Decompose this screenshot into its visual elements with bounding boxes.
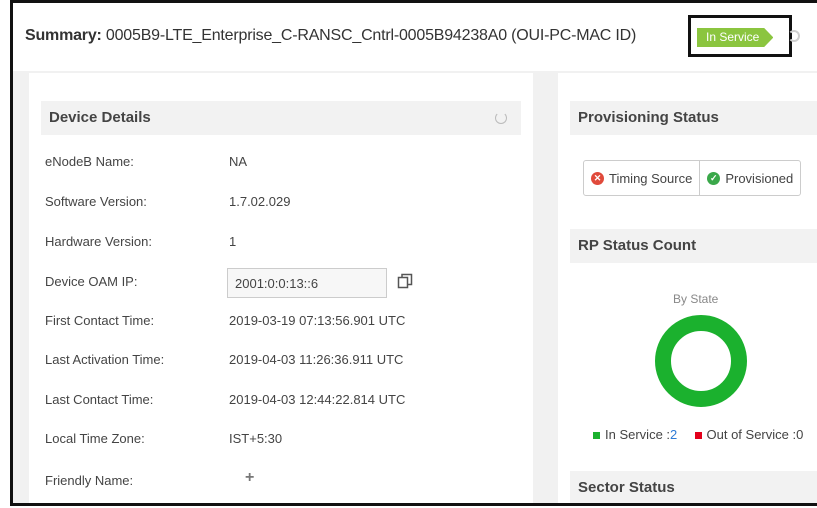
last-contact-value: 2019-04-03 12:44:22.814 UTC (229, 392, 406, 407)
refresh-details-icon[interactable] (495, 112, 507, 124)
first-contact-value: 2019-03-19 07:13:56.901 UTC (229, 313, 406, 328)
timing-source-status[interactable]: ✕ Timing Source (584, 161, 699, 195)
provisioning-status-header: Provisioning Status (570, 101, 817, 135)
first-contact-label: First Contact Time: (45, 313, 155, 328)
legend-in-service-count[interactable]: 2 (670, 427, 677, 442)
refresh-icon[interactable] (788, 30, 800, 42)
summary-header: Summary: 0005B9-LTE_Enterprise_C-RANSC_C… (13, 3, 817, 71)
hardware-version-value: 1 (229, 234, 237, 249)
local-time-zone-label: Local Time Zone: (45, 431, 145, 446)
legend-in-service-swatch (593, 432, 600, 440)
status-badge-highlight: In Service (688, 15, 792, 57)
rp-status-count-header: RP Status Count (570, 229, 817, 263)
friendly-name-label: Friendly Name: (45, 473, 134, 488)
timing-source-label: Timing Source (609, 170, 693, 186)
legend-out-of-service-swatch (694, 432, 702, 440)
rp-status-donut-chart (655, 315, 747, 407)
device-oam-ip-label: Device OAM IP: (45, 274, 138, 289)
summary-panel: Summary: 0005B9-LTE_Enterprise_C-RANSC_C… (10, 0, 817, 506)
summary-label: Summary: (25, 27, 102, 44)
device-details-title: Device Details (49, 109, 151, 126)
donut-slice-in-service[interactable] (655, 315, 747, 407)
provisioning-status-title: Provisioning Status (578, 109, 719, 126)
rp-status-count-title: RP Status Count (578, 237, 697, 254)
device-oam-ip-field[interactable]: 2001:0:0:13::6 (227, 268, 387, 298)
error-x-icon: ✕ (591, 171, 604, 185)
enodeb-name-value: NA (229, 154, 248, 169)
add-friendly-name-button[interactable]: + (245, 470, 254, 486)
software-version-label: Software Version: (45, 194, 147, 209)
check-icon: ✓ (707, 171, 721, 185)
summary-title: Summary: 0005B9-LTE_Enterprise_C-RANSC_C… (25, 27, 636, 45)
status-badge: In Service (697, 28, 774, 47)
legend-out-of-service-count[interactable]: 0 (796, 427, 803, 442)
last-activation-label: Last Activation Time: (45, 352, 165, 367)
enodeb-name-label: eNodeB Name: (45, 154, 134, 169)
chart-subtitle: By State (673, 292, 719, 306)
local-time-zone-value: IST+5:30 (229, 431, 283, 446)
last-contact-label: Last Contact Time: (45, 392, 154, 407)
provisioning-status-group: ✕ Timing Source ✓ Provisioned (583, 160, 802, 196)
provisioned-status[interactable]: ✓ Provisioned (699, 161, 800, 195)
device-id: 0005B9-LTE_Enterprise_C-RANSC_Cntrl-0005… (105, 27, 637, 44)
copy-icon[interactable] (397, 273, 413, 289)
sector-status-header: Sector Status (570, 471, 817, 503)
device-details-header: Device Details (41, 101, 521, 135)
software-version-value: 1.7.02.029 (229, 194, 291, 209)
legend-in-service-label[interactable]: In Service : (605, 427, 670, 442)
provisioned-label: Provisioned (725, 170, 794, 186)
last-activation-value: 2019-04-03 11:26:36.911 UTC (229, 352, 404, 367)
hardware-version-label: Hardware Version: (45, 234, 152, 249)
legend-out-of-service-label[interactable]: Out of Service : (707, 427, 797, 442)
sector-status-title: Sector Status (578, 479, 675, 496)
chart-legend: In Service :2 Out of Service :0 (593, 427, 803, 442)
